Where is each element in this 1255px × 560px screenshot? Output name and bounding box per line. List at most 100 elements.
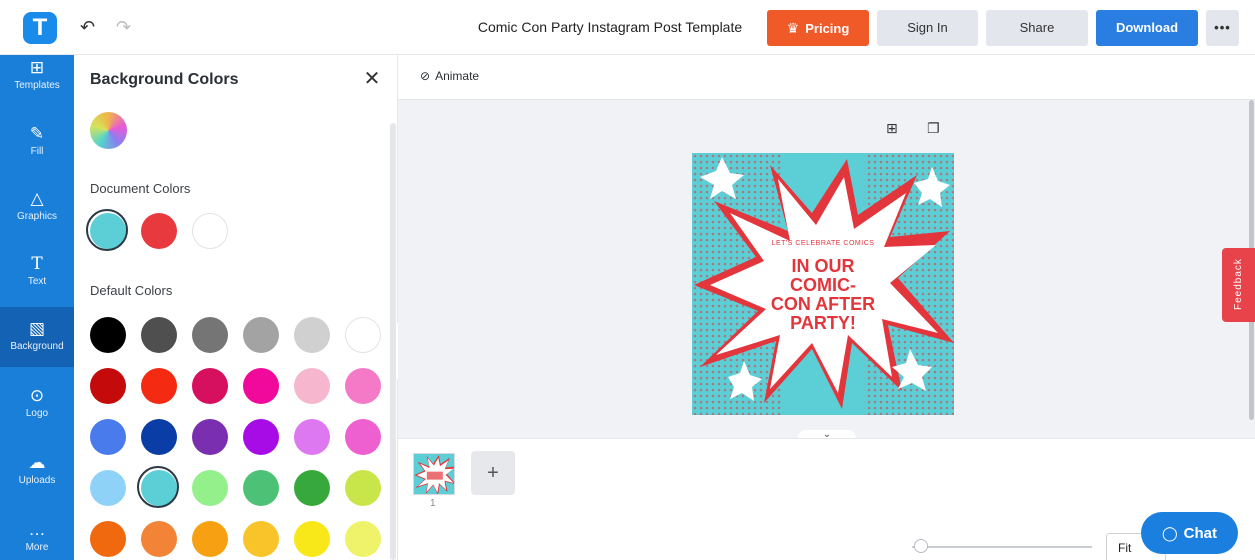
default-color-swatch[interactable]	[243, 368, 279, 404]
document-color-swatch[interactable]	[86, 209, 128, 251]
default-color-swatch[interactable]	[243, 521, 279, 557]
zoom-slider-handle[interactable]	[914, 539, 928, 553]
background-icon: ▧	[28, 319, 46, 338]
default-color-swatch[interactable]	[90, 470, 126, 506]
add-page-button[interactable]: +	[471, 451, 515, 495]
pricing-button[interactable]: ♛ Pricing	[767, 10, 869, 46]
default-color-swatch[interactable]	[345, 470, 381, 506]
document-title[interactable]: Comic Con Party Instagram Post Template	[470, 19, 750, 35]
rail-item-label: Graphics	[16, 211, 57, 222]
pricing-label: Pricing	[805, 21, 850, 36]
page-thumbnail[interactable]	[413, 453, 455, 495]
templates-icon: ⊞	[29, 58, 45, 77]
rail-item-label: Background	[10, 341, 64, 352]
add-page-icon[interactable]: ⊞	[886, 120, 902, 136]
default-colors-label: Default Colors	[90, 283, 173, 298]
sign-in-button[interactable]: Sign In	[877, 10, 978, 46]
rail-item-more[interactable]: … More	[0, 514, 74, 558]
app-logo[interactable]: T	[23, 12, 57, 44]
animate-icon: ⊘	[420, 69, 431, 83]
logo-icon: ⊙	[29, 386, 45, 405]
more-options-button[interactable]: •••	[1206, 10, 1239, 46]
default-color-swatch[interactable]	[345, 368, 381, 404]
default-color-swatch[interactable]	[243, 419, 279, 455]
design-canvas[interactable]: LET'S CELEBRATE COMICS IN OUR COMIC- CON…	[692, 153, 954, 415]
cloud-upload-icon: ☁	[28, 453, 46, 472]
rail-item-label: Logo	[25, 408, 49, 419]
share-button[interactable]: Share	[986, 10, 1088, 46]
panel-title: Background Colors	[90, 71, 239, 88]
animate-label: Animate	[435, 69, 480, 83]
default-color-swatch[interactable]	[90, 419, 126, 455]
feedback-tab[interactable]: Feedback	[1222, 248, 1255, 322]
rail-item-templates[interactable]: ⊞ Templates	[0, 55, 74, 99]
headline-line: COMIC-	[790, 275, 856, 295]
default-color-swatch[interactable]	[137, 466, 179, 508]
default-color-swatch[interactable]	[243, 317, 279, 353]
default-color-swatch[interactable]	[345, 317, 381, 353]
default-color-swatch[interactable]	[90, 317, 126, 353]
default-color-swatch[interactable]	[294, 521, 330, 557]
rail-item-text[interactable]: T Text	[0, 248, 74, 292]
document-color-swatch[interactable]	[192, 213, 228, 249]
more-icon: …	[28, 520, 46, 539]
text-icon: T	[31, 254, 43, 274]
rail-item-fill[interactable]: ✎ Fill	[0, 118, 74, 162]
rail-item-logo[interactable]: ⊙ Logo	[0, 380, 74, 424]
animate-button[interactable]: ⊘ Animate	[420, 69, 479, 83]
default-color-swatch[interactable]	[90, 521, 126, 557]
gradient-color-picker[interactable]	[90, 112, 127, 149]
download-button[interactable]: Download	[1096, 10, 1198, 46]
rail-item-label: Text	[27, 276, 47, 287]
rail-item-label: Templates	[14, 80, 60, 91]
chat-bubble-icon: ◯	[1161, 525, 1178, 541]
default-color-swatch[interactable]	[192, 419, 228, 455]
default-color-swatch[interactable]	[294, 419, 330, 455]
redo-icon[interactable]: ↷	[116, 17, 136, 37]
page-number: 1	[430, 498, 436, 509]
brush-icon: ✎	[29, 124, 45, 143]
feedback-label: Feedback	[1233, 258, 1244, 310]
default-color-swatch[interactable]	[294, 317, 330, 353]
duplicate-icon[interactable]: ❐	[927, 120, 943, 136]
document-colors-label: Document Colors	[90, 181, 191, 196]
zoom-slider-track[interactable]	[912, 546, 1092, 548]
default-color-swatch[interactable]	[141, 368, 177, 404]
default-color-swatch[interactable]	[192, 470, 228, 506]
default-color-swatch[interactable]	[345, 419, 381, 455]
default-color-swatch[interactable]	[90, 368, 126, 404]
default-color-swatch[interactable]	[192, 317, 228, 353]
default-color-swatch[interactable]	[294, 368, 330, 404]
default-color-swatch[interactable]	[141, 317, 177, 353]
rail-item-label: Uploads	[18, 475, 56, 486]
rail-item-uploads[interactable]: ☁ Uploads	[0, 447, 74, 491]
headline-line: CON AFTER	[770, 294, 876, 314]
close-icon[interactable]: ✕	[362, 69, 382, 89]
headline-line: PARTY!	[790, 313, 856, 333]
document-color-swatch[interactable]	[141, 213, 177, 249]
crown-icon: ♛	[786, 20, 800, 36]
rail-item-label: More	[25, 542, 49, 553]
left-rail: ⊞ Templates ✎ Fill △ Graphics T Text ▧ B…	[0, 55, 74, 560]
background-colors-panel: Background Colors ✕ Document Colors Defa…	[74, 55, 398, 560]
rail-item-label: Fill	[30, 146, 44, 157]
animate-toolbar: ⊘ Animate	[398, 55, 1255, 100]
default-color-swatch[interactable]	[141, 521, 177, 557]
default-color-swatch[interactable]	[345, 521, 381, 557]
rail-item-graphics[interactable]: △ Graphics	[0, 183, 74, 227]
undo-icon[interactable]: ↶	[80, 17, 100, 37]
default-color-swatch[interactable]	[192, 521, 228, 557]
design-headline: IN OUR COMIC- CON AFTER PARTY!	[692, 257, 954, 333]
headline-line: IN OUR	[791, 256, 855, 276]
rail-item-background[interactable]: ▧ Background	[0, 307, 74, 367]
top-bar: T ↶ ↷ Comic Con Party Instagram Post Tem…	[0, 0, 1255, 55]
default-color-swatch[interactable]	[141, 419, 177, 455]
chat-button[interactable]: ◯ Chat	[1141, 512, 1238, 554]
default-color-swatch[interactable]	[294, 470, 330, 506]
default-color-swatch[interactable]	[192, 368, 228, 404]
thumbnail-graphic	[414, 454, 454, 494]
default-color-swatch[interactable]	[243, 470, 279, 506]
chat-label: Chat	[1183, 525, 1217, 542]
shapes-icon: △	[30, 189, 44, 208]
design-subtitle: LET'S CELEBRATE COMICS	[771, 240, 875, 247]
